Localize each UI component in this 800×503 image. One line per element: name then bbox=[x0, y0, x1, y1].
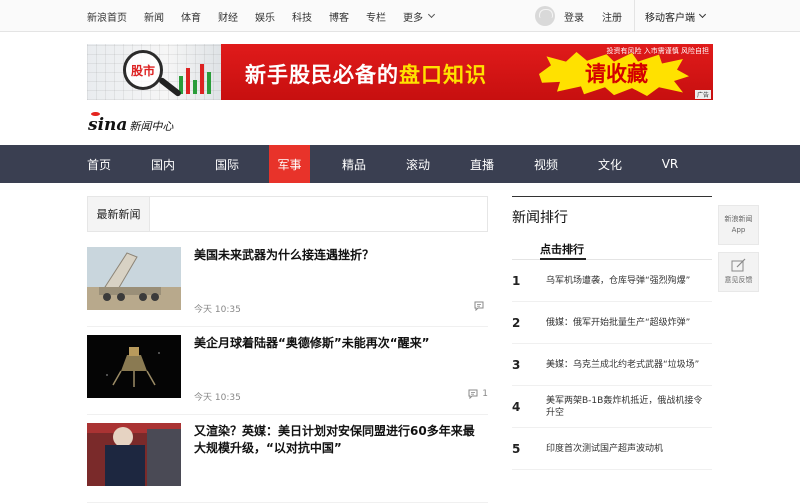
avatar[interactable] bbox=[535, 6, 555, 26]
top-nav-home[interactable]: 新浪首页 bbox=[87, 9, 127, 24]
ranking-item[interactable]: 2 俄媒：俄军开始批量生产“超级炸弹” bbox=[512, 302, 712, 344]
user-area: 登录 注册 移动客户端 bbox=[535, 0, 713, 32]
ranking-item[interactable]: 1 乌军机场遭袭，仓库导弹“强烈殉爆” bbox=[512, 260, 712, 302]
logo-eye-icon bbox=[91, 112, 100, 116]
nav-domestic[interactable]: 国内 bbox=[151, 145, 175, 183]
more-label: 更多 bbox=[403, 12, 423, 24]
mobile-client-menu[interactable]: 移动客户端 bbox=[645, 9, 707, 24]
app-label-line2: App bbox=[731, 226, 746, 234]
divider bbox=[634, 0, 635, 32]
nav-rolling[interactable]: 滚动 bbox=[406, 145, 430, 183]
app-label-line1: 新浪新闻 bbox=[724, 215, 753, 223]
news-time: 今天 10:35 bbox=[194, 305, 241, 315]
top-nav-news[interactable]: 新闻 bbox=[144, 9, 164, 24]
top-nav: 新浪首页 新闻 体育 财经 娱乐 科技 博客 专栏 更多 bbox=[87, 0, 451, 32]
chevron-down-icon bbox=[427, 10, 436, 19]
news-thumbnail[interactable] bbox=[87, 335, 181, 398]
ranking-item[interactable]: 4 美军两架B-1B轰炸机抵近，俄战机接令升空 bbox=[512, 386, 712, 428]
rank-headline[interactable]: 印度首次测试国产超声波动机 bbox=[546, 428, 710, 470]
ad-risk-note: 投资有风险 入市需谨慎 风险自担 bbox=[606, 47, 709, 55]
tab-click-ranking[interactable]: 点击排行 bbox=[540, 241, 584, 257]
nav-vr[interactable]: VR bbox=[661, 145, 679, 183]
sina-news-logo[interactable]: sina 新闻中心 bbox=[88, 112, 174, 135]
comment-icon bbox=[468, 389, 478, 399]
top-nav-finance[interactable]: 财经 bbox=[218, 9, 238, 24]
ad-headline-highlight: 盘口知识 bbox=[399, 63, 487, 87]
comment-count[interactable] bbox=[474, 301, 488, 311]
feedback-button[interactable]: 意见反馈 bbox=[718, 252, 759, 292]
rank-headline[interactable]: 美军两架B-1B轰炸机抵近，俄战机接令升空 bbox=[546, 386, 710, 428]
top-nav-more[interactable]: 更多 bbox=[403, 9, 436, 24]
ranking-item[interactable]: 3 美媒：乌克兰成北约老式武器“垃圾场” bbox=[512, 344, 712, 386]
nav-featured[interactable]: 精品 bbox=[342, 145, 366, 183]
magnifier-icon: 股市 bbox=[123, 50, 163, 90]
news-headline[interactable]: 美企月球着陆器“奥德修斯”未能再次“醒来” bbox=[194, 335, 484, 352]
rank-headline[interactable]: 俄媒：俄军开始批量生产“超级炸弹” bbox=[546, 302, 710, 344]
ad-headline-prefix: 新手股民必备的 bbox=[245, 63, 399, 87]
register-link[interactable]: 注册 bbox=[602, 9, 622, 24]
main-nav: 首页 国内 国际 军事 精品 滚动 直播 视频 文化 VR bbox=[0, 145, 800, 183]
sina-wordmark: sina bbox=[88, 115, 128, 135]
rank-headline[interactable]: 美媒：乌克兰成北约老式武器“垃圾场” bbox=[546, 344, 710, 386]
latest-news-tab[interactable]: 最新新闻 bbox=[88, 197, 150, 231]
comment-icon bbox=[474, 301, 484, 311]
feedback-label: 意见反馈 bbox=[724, 276, 753, 284]
nav-international[interactable]: 国际 bbox=[215, 145, 239, 183]
ranking-tabs: 点击排行 bbox=[512, 238, 712, 260]
ad-collect-text: 请收藏 bbox=[585, 62, 648, 86]
rank-number: 3 bbox=[512, 358, 521, 372]
ranking-item[interactable]: 5 印度首次测试国产超声波动机 bbox=[512, 428, 712, 470]
lens-text: 股市 bbox=[130, 63, 155, 78]
news-thumbnail[interactable] bbox=[87, 247, 181, 310]
comment-count[interactable]: 1 bbox=[468, 389, 488, 399]
ad-tag: 广告 bbox=[694, 90, 711, 99]
rank-number: 1 bbox=[512, 274, 521, 288]
nav-military[interactable]: 军事 bbox=[269, 145, 310, 183]
rank-number: 5 bbox=[512, 442, 521, 456]
nav-home[interactable]: 首页 bbox=[87, 145, 111, 183]
rank-number: 4 bbox=[512, 400, 521, 414]
top-nav-entertainment[interactable]: 娱乐 bbox=[255, 9, 275, 24]
top-bar: 新浪首页 新闻 体育 财经 娱乐 科技 博客 专栏 更多 登录 注册 移动客户端 bbox=[0, 0, 800, 32]
nav-video[interactable]: 视频 bbox=[534, 145, 558, 183]
candlestick-graphic bbox=[179, 58, 217, 94]
login-link[interactable]: 登录 bbox=[564, 9, 584, 24]
nav-live[interactable]: 直播 bbox=[470, 145, 494, 183]
rank-headline[interactable]: 乌军机场遭袭，仓库导弹“强烈殉爆” bbox=[546, 260, 710, 302]
news-headline[interactable]: 美国未来武器为什么接连遇挫折？ bbox=[194, 247, 484, 264]
banner-ad[interactable]: 股市 投资有风险 入市需谨慎 风险自担 新手股民必备的盘口知识 请收藏 广告 bbox=[87, 44, 713, 100]
top-nav-tech[interactable]: 科技 bbox=[292, 9, 312, 24]
latest-news-header: 最新新闻 bbox=[87, 196, 488, 232]
ranking-title: 新闻排行 bbox=[512, 210, 568, 226]
top-nav-sports[interactable]: 体育 bbox=[181, 9, 201, 24]
nav-culture[interactable]: 文化 bbox=[598, 145, 622, 183]
news-headline[interactable]: 又渲染？英媒：美日计划对安保同盟进行60多年来最大规模升级，“以对抗中国” bbox=[194, 423, 484, 457]
app-download-button[interactable]: 新浪新闻 App bbox=[718, 205, 759, 245]
news-item[interactable]: 美企月球着陆器“奥德修斯”未能再次“醒来” 今天 10:35 1 bbox=[87, 335, 488, 415]
news-thumbnail[interactable] bbox=[87, 423, 181, 486]
mobile-client-label: 移动客户端 bbox=[645, 12, 695, 24]
ad-headline: 新手股民必备的盘口知识 bbox=[245, 59, 487, 89]
comment-number: 1 bbox=[482, 389, 488, 399]
top-nav-blog[interactable]: 博客 bbox=[329, 9, 349, 24]
banner-stock-image: 股市 bbox=[87, 44, 221, 100]
feedback-icon bbox=[731, 258, 745, 272]
top-nav-column[interactable]: 专栏 bbox=[366, 9, 386, 24]
news-time: 今天 10:35 bbox=[194, 393, 241, 403]
news-item[interactable]: 美国未来武器为什么接连遇挫折？ 今天 10:35 bbox=[87, 247, 488, 327]
sina-logo-text: sina bbox=[88, 112, 128, 135]
chevron-down-icon bbox=[698, 10, 707, 19]
section-title: 新闻中心 bbox=[129, 120, 174, 133]
banner-red-panel: 投资有风险 入市需谨慎 风险自担 新手股民必备的盘口知识 请收藏 广告 bbox=[221, 44, 713, 100]
news-item[interactable]: 又渲染？英媒：美日计划对安保同盟进行60多年来最大规模升级，“以对抗中国” bbox=[87, 423, 488, 503]
rank-number: 2 bbox=[512, 316, 521, 330]
